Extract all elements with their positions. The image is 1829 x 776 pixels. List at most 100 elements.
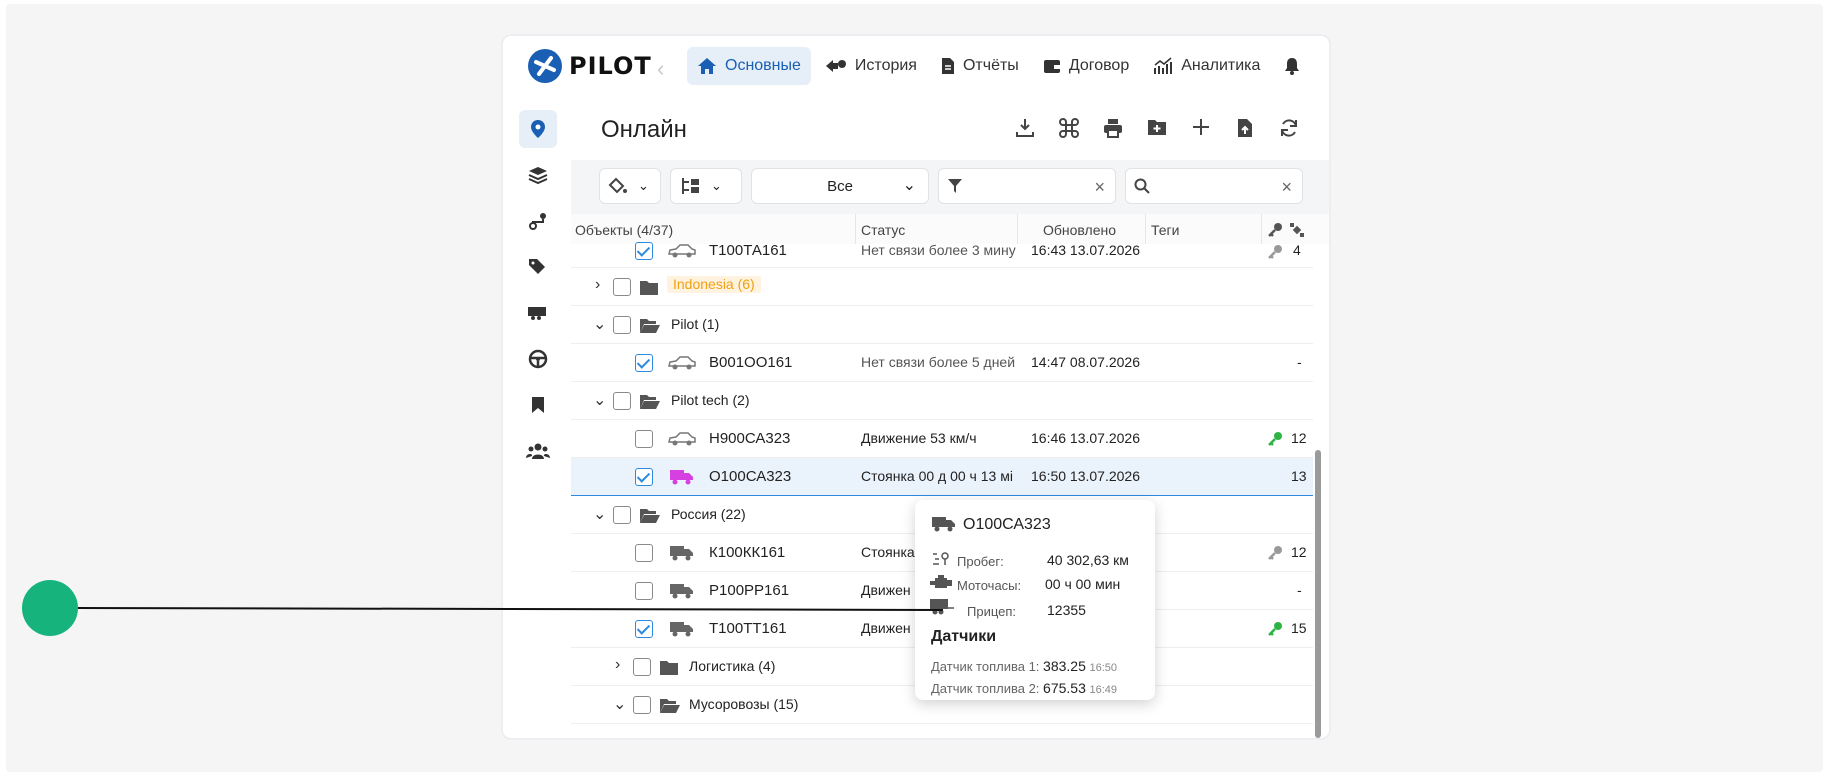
object-name: Т100ТТ161 xyxy=(709,620,787,637)
chevron-down-icon[interactable]: ⌄ xyxy=(613,694,626,714)
chevron-right-icon[interactable]: › xyxy=(615,656,620,674)
group-checkbox[interactable] xyxy=(633,696,651,714)
chevron-left-icon[interactable]: ‹ xyxy=(657,56,664,82)
filter-bar: ⌄ ⌄ Все ⌄ × × xyxy=(599,168,1312,204)
truck-icon xyxy=(670,546,693,561)
rail-online[interactable] xyxy=(519,110,557,148)
row-checkbox[interactable] xyxy=(635,544,653,562)
tab-analytics[interactable]: Аналитика xyxy=(1143,47,1270,85)
home-icon xyxy=(698,58,716,74)
title-row: Онлайн xyxy=(571,102,1329,160)
sensor-label: Датчик топлива 2: xyxy=(931,681,1040,696)
logo[interactable]: PILOT xyxy=(527,48,652,84)
side-rail xyxy=(519,110,557,478)
color-filter-dropdown[interactable]: ⌄ xyxy=(599,168,661,204)
tab-history-label: История xyxy=(854,57,917,74)
row-checkbox[interactable] xyxy=(635,242,653,260)
add-folder-icon[interactable] xyxy=(1135,118,1179,138)
object-name: Т100ТА161 xyxy=(709,242,787,259)
trailer-icon xyxy=(930,599,954,615)
group-row[interactable]: ⌄ Pilot tech (2) xyxy=(571,382,1313,420)
grouping-dropdown[interactable]: ⌄ xyxy=(670,168,742,204)
tree-view-icon xyxy=(682,178,699,194)
rail-tags[interactable] xyxy=(519,248,557,286)
satellite-count: 13 xyxy=(1291,468,1307,484)
car-icon xyxy=(668,432,696,446)
table-row-selected[interactable]: О100СА323 Стоянка 00 д 00 ч 13 мі 16:50 … xyxy=(571,458,1313,496)
rail-bookmarks[interactable] xyxy=(519,386,557,424)
paint-bucket-icon xyxy=(608,177,627,194)
chevron-right-icon[interactable]: › xyxy=(595,276,600,294)
tab-reports[interactable]: Отчёты xyxy=(931,47,1029,85)
folder-icon xyxy=(640,281,658,295)
object-status: Стоянка 00 д 00 ч 13 мі xyxy=(861,468,1013,484)
row-checkbox[interactable] xyxy=(635,354,653,372)
file-upload-icon[interactable] xyxy=(1223,118,1267,138)
tab-contract[interactable]: Договор xyxy=(1033,47,1139,85)
table-row[interactable]: Т100ТА161 Нет связи более 3 мину 16:43 1… xyxy=(571,236,1313,268)
notifications-button[interactable] xyxy=(1274,47,1318,85)
object-status: Нет связи более 3 мину xyxy=(861,242,1016,258)
filter-input[interactable]: × xyxy=(938,168,1116,204)
scrollbar-thumb[interactable] xyxy=(1315,450,1321,738)
object-status: Движен xyxy=(861,620,911,636)
table-row[interactable]: В001ОО161 Нет связи более 5 дней 14:47 0… xyxy=(571,344,1313,382)
layers-icon xyxy=(528,167,548,184)
car-icon xyxy=(668,356,696,370)
satellite-count: 12 xyxy=(1291,544,1307,560)
group-checkbox[interactable] xyxy=(633,658,651,676)
mileage-value: 40 302,63 км xyxy=(1047,552,1129,568)
sensor-value: 383.25 xyxy=(1043,658,1086,674)
object-name: Н900СА323 xyxy=(709,430,791,447)
tab-main[interactable]: Основные xyxy=(687,47,811,85)
row-checkbox[interactable] xyxy=(635,620,653,638)
chevron-down-icon[interactable]: ⌄ xyxy=(593,390,606,410)
rail-routes[interactable] xyxy=(519,202,557,240)
satellite-count: 12 xyxy=(1291,430,1307,446)
engine-icon xyxy=(930,575,952,588)
clear-filter-icon[interactable]: × xyxy=(1094,177,1105,198)
truck-icon xyxy=(670,584,693,599)
clear-search-icon[interactable]: × xyxy=(1281,177,1292,198)
rail-drivers[interactable] xyxy=(519,340,557,378)
key-icon xyxy=(1268,432,1282,446)
group-checkbox[interactable] xyxy=(613,506,631,524)
print-icon[interactable] xyxy=(1091,118,1135,138)
status-select[interactable]: Все ⌄ xyxy=(751,168,929,204)
rail-users[interactable] xyxy=(519,432,557,470)
chevron-down-icon[interactable]: ⌄ xyxy=(593,504,606,524)
tab-main-label: Основные xyxy=(725,57,801,74)
command-icon[interactable] xyxy=(1047,118,1091,138)
pilot-logo-icon xyxy=(528,49,562,83)
sensor-time: 16:50 xyxy=(1089,662,1118,674)
group-checkbox[interactable] xyxy=(613,392,631,410)
refresh-icon[interactable] xyxy=(1267,118,1311,138)
satellite-count: 4 xyxy=(1293,242,1301,258)
row-checkbox[interactable] xyxy=(635,468,653,486)
group-name: Россия (22) xyxy=(671,506,746,522)
group-row[interactable]: › Indonesia (6) xyxy=(571,268,1313,306)
scrollbar[interactable] xyxy=(1315,250,1321,738)
rail-trailers[interactable] xyxy=(519,294,557,332)
rail-layers[interactable] xyxy=(519,156,557,194)
tab-contract-label: Договор xyxy=(1068,57,1130,74)
group-row[interactable]: ⌄ Pilot (1) xyxy=(571,306,1313,344)
object-status: Стоянка xyxy=(861,544,915,560)
row-checkbox[interactable] xyxy=(635,430,653,448)
download-icon[interactable] xyxy=(1003,118,1047,138)
group-checkbox[interactable] xyxy=(613,278,631,296)
row-checkbox[interactable] xyxy=(635,582,653,600)
plus-icon[interactable] xyxy=(1179,118,1223,138)
search-icon xyxy=(1134,178,1150,194)
document-icon xyxy=(941,58,954,74)
chevron-down-icon[interactable]: ⌄ xyxy=(593,314,606,334)
object-status: Движение 53 км/ч xyxy=(861,430,977,446)
search-input[interactable]: × xyxy=(1125,168,1303,204)
table-row[interactable]: Н900СА323 Движение 53 км/ч 16:46 13.07.2… xyxy=(571,420,1313,458)
folder-open-icon xyxy=(640,509,660,523)
group-checkbox[interactable] xyxy=(613,316,631,334)
sensors-title: Датчики xyxy=(931,628,997,645)
chevron-down-icon: ⌄ xyxy=(711,178,722,193)
object-updated: 14:47 08.07.2026 xyxy=(1031,354,1140,370)
tab-history[interactable]: История xyxy=(815,47,927,85)
